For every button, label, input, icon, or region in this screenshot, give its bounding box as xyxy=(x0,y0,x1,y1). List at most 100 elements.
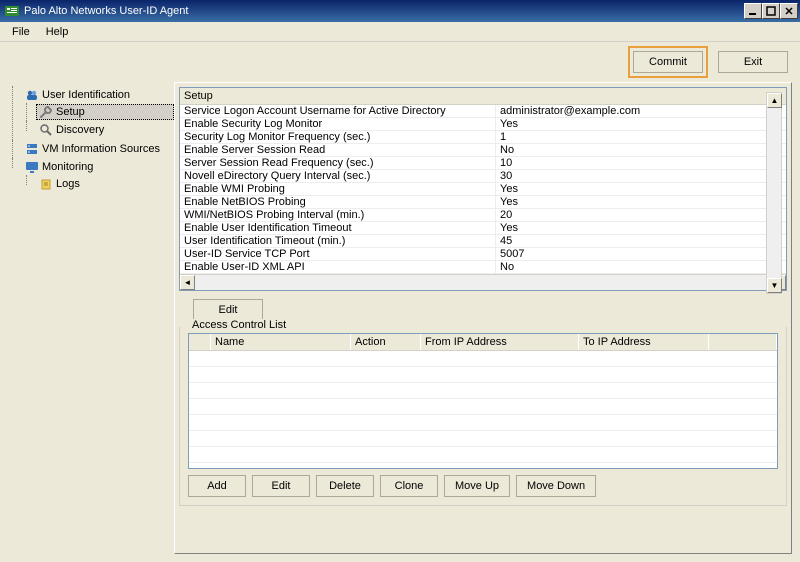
setup-row-label: User Identification Timeout (min.) xyxy=(180,235,496,247)
scroll-down-icon[interactable]: ▼ xyxy=(767,278,782,293)
table-row[interactable] xyxy=(189,367,777,383)
menu-file[interactable]: File xyxy=(4,24,38,40)
setup-row-value: Yes xyxy=(496,183,786,195)
acl-moveup-button[interactable]: Move Up xyxy=(444,475,510,497)
setup-grid-header[interactable]: Setup xyxy=(180,88,786,105)
tree-label: Logs xyxy=(56,178,80,190)
setup-row-value: No xyxy=(496,261,786,273)
maximize-button[interactable] xyxy=(762,3,780,19)
setup-row[interactable]: User Identification Timeout (min.)45 xyxy=(180,235,786,248)
setup-edit-button[interactable]: Edit xyxy=(193,299,263,321)
setup-row[interactable]: Enable Server Session ReadNo xyxy=(180,144,786,157)
tree-label: User Identification xyxy=(42,89,130,101)
tree-label: VM Information Sources xyxy=(42,143,160,155)
tree-discovery[interactable]: Discovery xyxy=(36,122,174,138)
setup-row-label: Enable Server Session Read xyxy=(180,144,496,156)
setup-row-value: administrator@example.com xyxy=(496,105,786,117)
tree-logs[interactable]: Logs xyxy=(36,176,174,192)
acl-header-row: Name Action From IP Address To IP Addres… xyxy=(189,334,777,351)
setup-row-label: Security Log Monitor Frequency (sec.) xyxy=(180,131,496,143)
setup-row-value: Yes xyxy=(496,118,786,130)
table-row[interactable] xyxy=(189,447,777,463)
acl-legend: Access Control List xyxy=(188,319,290,331)
setup-row-value: 30 xyxy=(496,170,786,182)
wrench-icon xyxy=(39,105,53,119)
acl-groupbox: Access Control List Name Action From IP … xyxy=(179,327,787,506)
acl-col-to[interactable]: To IP Address xyxy=(579,334,709,350)
acl-clone-button[interactable]: Clone xyxy=(380,475,438,497)
table-row[interactable] xyxy=(189,431,777,447)
app-icon xyxy=(4,3,20,19)
setup-row-label: Enable Security Log Monitor xyxy=(180,118,496,130)
table-row[interactable] xyxy=(189,399,777,415)
setup-row[interactable]: Security Log Monitor Frequency (sec.)1 xyxy=(180,131,786,144)
monitor-icon xyxy=(25,160,39,174)
setup-row-value: 20 xyxy=(496,209,786,221)
setup-row[interactable]: Enable WMI ProbingYes xyxy=(180,183,786,196)
tree-label: Monitoring xyxy=(42,161,93,173)
setup-row-value: Yes xyxy=(496,196,786,208)
acl-movedown-button[interactable]: Move Down xyxy=(516,475,596,497)
horizontal-scrollbar[interactable]: ◄ ► xyxy=(180,274,786,290)
setup-row-value: 45 xyxy=(496,235,786,247)
setup-row[interactable]: Novell eDirectory Query Interval (sec.)3… xyxy=(180,170,786,183)
acl-col-spacer xyxy=(709,334,777,350)
setup-row-label: Enable WMI Probing xyxy=(180,183,496,195)
tree-user-identification[interactable]: User Identification xyxy=(22,87,174,103)
setup-row[interactable]: Service Logon Account Username for Activ… xyxy=(180,105,786,118)
setup-row[interactable]: Enable NetBIOS ProbingYes xyxy=(180,196,786,209)
acl-col-from[interactable]: From IP Address xyxy=(421,334,579,350)
scroll-left-icon[interactable]: ◄ xyxy=(180,275,195,290)
setup-row-label: Server Session Read Frequency (sec.) xyxy=(180,157,496,169)
magnifier-icon xyxy=(39,123,53,137)
server-icon xyxy=(25,142,39,156)
tree-vm-info[interactable]: VM Information Sources xyxy=(22,141,174,157)
setup-row-label: User-ID Service TCP Port xyxy=(180,248,496,260)
users-icon xyxy=(25,88,39,102)
setup-row-label: Novell eDirectory Query Interval (sec.) xyxy=(180,170,496,182)
exit-button[interactable]: Exit xyxy=(718,51,788,73)
setup-grid: Setup Service Logon Account Username for… xyxy=(179,87,787,291)
acl-add-button[interactable]: Add xyxy=(188,475,246,497)
acl-col-name[interactable]: Name xyxy=(211,334,351,350)
setup-row[interactable]: Server Session Read Frequency (sec.)10 xyxy=(180,157,786,170)
close-button[interactable] xyxy=(780,3,798,19)
window-title: Palo Alto Networks User-ID Agent xyxy=(24,5,744,17)
commit-button[interactable]: Commit xyxy=(633,51,703,73)
tree-label: Setup xyxy=(56,106,85,118)
setup-row-label: Enable User-ID XML API xyxy=(180,261,496,273)
acl-col-action[interactable]: Action xyxy=(351,334,421,350)
window-titlebar: Palo Alto Networks User-ID Agent xyxy=(0,0,800,22)
setup-row[interactable]: User-ID Service TCP Port5007 xyxy=(180,248,786,261)
scroll-up-icon[interactable]: ▲ xyxy=(767,93,782,108)
setup-row-label: Service Logon Account Username for Activ… xyxy=(180,105,496,117)
setup-row-value: 5007 xyxy=(496,248,786,260)
menu-help[interactable]: Help xyxy=(38,24,77,40)
acl-delete-button[interactable]: Delete xyxy=(316,475,374,497)
setup-row[interactable]: Enable User Identification TimeoutYes xyxy=(180,222,786,235)
setup-row-label: Enable NetBIOS Probing xyxy=(180,196,496,208)
table-row[interactable] xyxy=(189,351,777,367)
navigation-tree: User Identification Setup Discovery xyxy=(0,82,174,562)
table-row[interactable] xyxy=(189,383,777,399)
vertical-scrollbar[interactable]: ▲ ▼ xyxy=(766,92,782,294)
menu-bar: File Help xyxy=(0,22,800,42)
setup-row[interactable]: Enable User-ID XML APINo xyxy=(180,261,786,274)
minimize-button[interactable] xyxy=(744,3,762,19)
tree-monitoring[interactable]: Monitoring xyxy=(22,159,174,175)
tree-setup[interactable]: Setup xyxy=(36,104,174,120)
setup-row-value: 10 xyxy=(496,157,786,169)
acl-body[interactable] xyxy=(189,351,777,468)
commit-highlight: Commit xyxy=(628,46,708,78)
table-row[interactable] xyxy=(189,415,777,431)
acl-edit-button[interactable]: Edit xyxy=(252,475,310,497)
top-toolbar: Commit Exit xyxy=(0,42,800,82)
content-panel: Setup Service Logon Account Username for… xyxy=(174,82,792,554)
setup-row-value: Yes xyxy=(496,222,786,234)
acl-table: Name Action From IP Address To IP Addres… xyxy=(188,333,778,469)
setup-row-value: 1 xyxy=(496,131,786,143)
tree-label: Discovery xyxy=(56,124,104,136)
setup-row[interactable]: WMI/NetBIOS Probing Interval (min.)20 xyxy=(180,209,786,222)
setup-row[interactable]: Enable Security Log MonitorYes xyxy=(180,118,786,131)
acl-col-checkbox[interactable] xyxy=(189,334,211,350)
